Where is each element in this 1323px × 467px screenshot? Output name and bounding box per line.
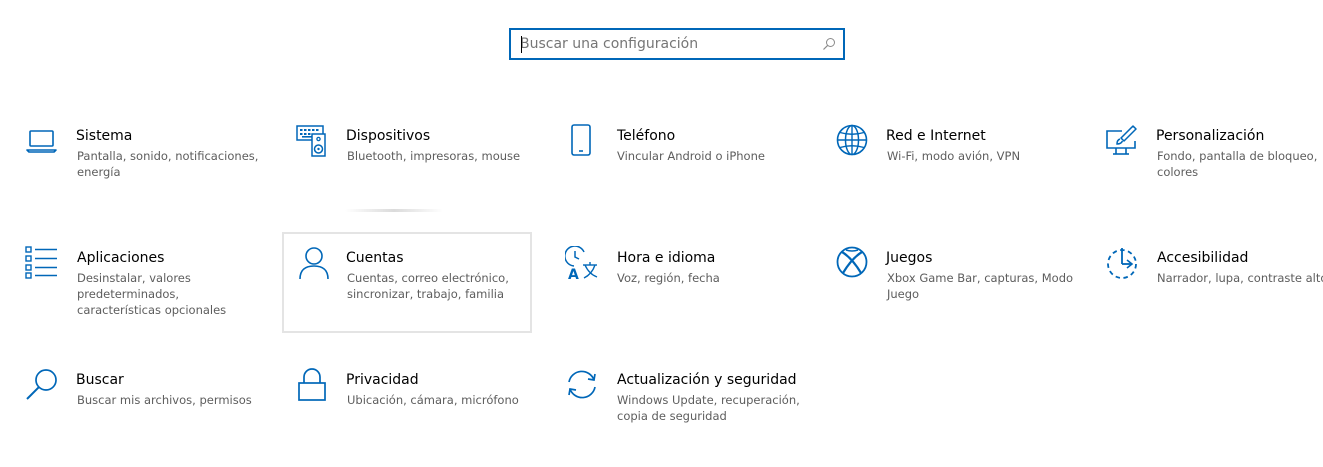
xbox-icon [835, 246, 869, 280]
search-box[interactable] [509, 28, 845, 60]
category-description: Vincular Android o iPhone [617, 149, 765, 163]
category-title: Juegos [886, 250, 933, 266]
category-title: Privacidad [346, 372, 419, 388]
category-juegos[interactable]: Juegos Xbox Game Bar, capturas, Modo Jue… [835, 246, 1085, 346]
keyboard-speaker-icon [295, 124, 329, 158]
category-accesibilidad[interactable]: Accesibilidad Narrador, lupa, contraste … [1105, 246, 1323, 346]
category-description: Windows Update, recuperación, copia de s… [617, 393, 800, 423]
category-description: Pantalla, sonido, notificaciones, energí… [77, 149, 259, 179]
category-actualizacion-seguridad[interactable]: Actualización y seguridad Windows Update… [565, 368, 825, 467]
sync-icon [565, 368, 599, 402]
category-title: Cuentas [346, 250, 404, 266]
category-title: Accesibilidad [1157, 250, 1249, 266]
category-title: Actualización y seguridad [617, 372, 797, 388]
text-caret [521, 36, 522, 53]
laptop-icon [25, 124, 59, 158]
category-title: Red e Internet [886, 128, 986, 144]
category-description: Buscar mis archivos, permisos [77, 393, 252, 407]
category-sistema[interactable]: Sistema Pantalla, sonido, notificaciones… [25, 124, 275, 224]
category-red-internet[interactable]: Red e Internet Wi-Fi, modo avión, VPN [835, 124, 1085, 224]
category-description: Desinstalar, valores predeterminados, ca… [77, 271, 227, 317]
globe-icon [835, 124, 869, 158]
paint-brush-icon [1105, 124, 1139, 158]
category-description: Cuentas, correo electrónico, sincronizar… [347, 271, 509, 301]
category-description: Narrador, lupa, contraste alto [1157, 271, 1323, 285]
category-buscar[interactable]: Buscar Buscar mis archivos, permisos [25, 368, 275, 467]
apps-list-icon [25, 246, 59, 280]
search-input[interactable] [520, 30, 810, 58]
person-icon [297, 246, 331, 280]
search-icon[interactable] [821, 36, 837, 52]
category-hora-idioma[interactable]: A Hora e idioma Voz, región, fecha [565, 246, 815, 346]
category-aplicaciones[interactable]: Aplicaciones Desinstalar, valores predet… [25, 246, 275, 346]
category-description: Wi-Fi, modo avión, VPN [887, 149, 1021, 163]
phone-icon [565, 124, 599, 158]
category-title: Aplicaciones [77, 250, 165, 266]
category-title: Dispositivos [346, 128, 431, 144]
accessibility-icon [1105, 246, 1139, 280]
category-title: Buscar [76, 372, 124, 388]
category-title: Hora e idioma [617, 250, 716, 266]
settings-home: Sistema Pantalla, sonido, notificaciones… [0, 0, 1323, 467]
category-telefono[interactable]: Teléfono Vincular Android o iPhone [565, 124, 815, 224]
category-title: Teléfono [617, 128, 676, 144]
category-description: Bluetooth, impresoras, mouse [347, 149, 521, 163]
lock-icon [295, 368, 329, 402]
magnifier-icon [25, 368, 59, 402]
category-description: Voz, región, fecha [617, 271, 720, 285]
category-privacidad[interactable]: Privacidad Ubicación, cámara, micrófono [295, 368, 545, 467]
time-language-icon: A [565, 246, 599, 280]
category-description: Fondo, pantalla de bloqueo, colores [1157, 149, 1318, 179]
svg-text:A: A [568, 267, 579, 280]
category-personalizacion[interactable]: Personalización Fondo, pantalla de bloqu… [1105, 124, 1323, 224]
category-description: Ubicación, cámara, micrófono [347, 393, 519, 407]
category-cuentas[interactable]: Cuentas Cuentas, correo electrónico, sin… [282, 232, 532, 333]
category-description: Xbox Game Bar, capturas, Modo Juego [887, 271, 1074, 301]
hover-highlight [345, 209, 443, 212]
category-title: Sistema [76, 128, 133, 144]
category-title: Personalización [1156, 128, 1265, 144]
